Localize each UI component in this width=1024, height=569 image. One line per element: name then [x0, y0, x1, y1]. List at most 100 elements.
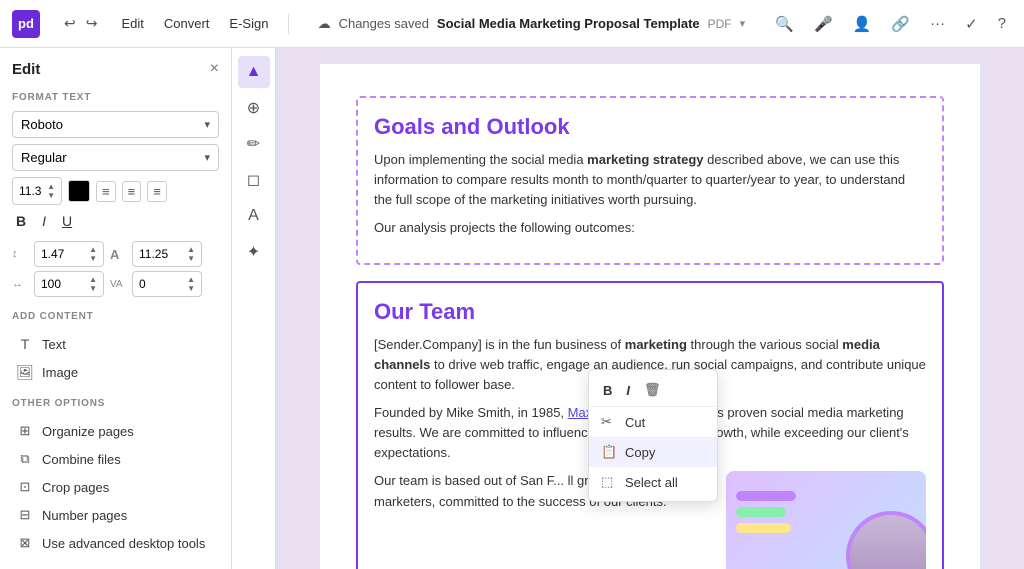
context-cut-item[interactable]: ✂ Cut: [589, 407, 717, 437]
align-left-button[interactable]: ≡: [122, 181, 142, 202]
advanced-tools-item[interactable]: ⊠ Use advanced desktop tools: [12, 529, 219, 557]
cursor-tool-button[interactable]: ▲: [238, 56, 270, 88]
organize-pages-item[interactable]: ⊞ Organize pages: [12, 417, 219, 445]
stamp-tool-button[interactable]: ✦: [238, 236, 270, 268]
team-title: Our Team: [374, 299, 926, 325]
nav-item-esign[interactable]: E-Sign: [221, 12, 276, 35]
italic-button[interactable]: I: [38, 211, 50, 231]
help-button[interactable]: ?: [992, 11, 1012, 36]
context-menu-toolbar: B I 🗑: [589, 374, 717, 407]
font-size-stepper[interactable]: ▲▼: [47, 182, 55, 200]
other-options-section: OTHER OPTIONS ⊞ Organize pages ⧉ Combine…: [12, 398, 219, 557]
voice-button[interactable]: 🎤: [808, 11, 839, 37]
search-button[interactable]: 🔍: [769, 11, 800, 37]
pencil-tool-button[interactable]: ✏: [238, 128, 270, 160]
font-size-input2[interactable]: 11.25 ▲▼: [132, 241, 202, 267]
undo-button[interactable]: ↩: [60, 11, 80, 36]
font-size-input[interactable]: 11.3 ▲▼: [12, 177, 62, 205]
document-page: Goals and Outlook Upon implementing the …: [320, 64, 980, 569]
scale-tracking-row: ↔ 100 ▲▼ VA 0 ▲▼: [12, 271, 219, 297]
link-button[interactable]: 🔗: [885, 11, 916, 37]
cut-label: Cut: [625, 415, 645, 430]
panel-header: Edit ×: [12, 60, 219, 78]
font-size-value2: 11.25: [139, 247, 168, 261]
check-button[interactable]: ✓: [959, 11, 984, 37]
topbar-nav: Edit Convert E-Sign: [113, 12, 276, 35]
text-tool-button[interactable]: A: [238, 200, 270, 232]
font-family-value: Roboto: [21, 117, 63, 132]
advanced-tools-icon: ⊠: [16, 534, 34, 552]
organize-pages-icon: ⊞: [16, 422, 34, 440]
team-image: [726, 471, 926, 569]
doc-type-chevron-icon[interactable]: ▾: [740, 17, 746, 30]
line-height-label: ↕: [12, 248, 28, 260]
text-color-picker[interactable]: [68, 180, 90, 202]
left-panel: Edit × FORMAT TEXT Roboto ▾ Regular ▾ 1: [0, 48, 232, 569]
scale-label: ↔: [12, 278, 28, 290]
font-style-value: Regular: [21, 150, 67, 165]
text-format-group: B I U: [12, 211, 219, 231]
scale-stepper[interactable]: ▲▼: [89, 275, 97, 293]
nav-item-edit[interactable]: Edit: [113, 12, 151, 35]
text-icon: T: [16, 335, 34, 353]
add-text-item[interactable]: T Text: [12, 330, 219, 358]
context-italic-button[interactable]: I: [622, 381, 634, 400]
add-content-section: ADD CONTENT T Text 🖼 Image: [12, 311, 219, 386]
crop-pages-item[interactable]: ⊡ Crop pages: [12, 473, 219, 501]
zoom-tool-button[interactable]: ⊕: [238, 92, 270, 124]
combine-files-icon: ⧉: [16, 450, 34, 468]
topbar-right-actions: 🔍 🎤 👤 🔗 ··· ✓ ?: [769, 11, 1012, 37]
line-height-row: ↕ 1.47 ▲▼ A 11.25 ▲▼: [12, 241, 219, 267]
combine-files-item[interactable]: ⧉ Combine files: [12, 445, 219, 473]
list-bullet-button[interactable]: ≡: [96, 181, 116, 202]
cloud-save-icon: ☁: [318, 16, 331, 32]
line-height-stepper[interactable]: ▲▼: [89, 245, 97, 263]
font-family-select[interactable]: Roboto ▾: [12, 111, 219, 138]
tracking-stepper[interactable]: ▲▼: [187, 275, 195, 293]
bold-button[interactable]: B: [12, 211, 30, 231]
person-avatar: [846, 511, 926, 569]
font-size-stepper2[interactable]: ▲▼: [187, 245, 195, 263]
tracking-input[interactable]: 0 ▲▼: [132, 271, 202, 297]
goals-section: Goals and Outlook Upon implementing the …: [356, 96, 944, 265]
advanced-tools-label: Use advanced desktop tools: [42, 536, 205, 551]
eraser-tool-button[interactable]: ◻: [238, 164, 270, 196]
line-height-value: 1.47: [41, 247, 64, 261]
context-select-all-item[interactable]: ⬚ Select all: [589, 467, 717, 497]
context-bold-button[interactable]: B: [599, 381, 616, 400]
align-right-button[interactable]: ≡: [147, 181, 167, 202]
nav-item-convert[interactable]: Convert: [156, 12, 218, 35]
context-copy-item[interactable]: 📋 Copy: [589, 437, 717, 467]
add-content-label: ADD CONTENT: [12, 311, 219, 322]
font-size-value: 11.3: [19, 184, 41, 198]
image-item-label: Image: [42, 365, 78, 380]
font-style-select[interactable]: Regular ▾: [12, 144, 219, 171]
panel-close-button[interactable]: ×: [210, 60, 219, 78]
context-delete-button[interactable]: 🗑: [640, 380, 665, 400]
font-family-arrow-icon: ▾: [204, 118, 210, 131]
underline-button[interactable]: U: [58, 211, 76, 231]
text-item-label: Text: [42, 337, 66, 352]
undo-redo-group: ↩ ↪: [60, 11, 101, 36]
user-button[interactable]: 👤: [847, 11, 878, 37]
more-button[interactable]: ···: [924, 11, 951, 36]
redo-button[interactable]: ↪: [82, 11, 102, 36]
tracking-value: 0: [139, 277, 146, 291]
tracking-label: VA: [110, 279, 126, 290]
number-pages-item[interactable]: ⊟ Number pages: [12, 501, 219, 529]
goals-text-2: Our analysis projects the following outc…: [374, 218, 926, 238]
format-text-label: FORMAT TEXT: [12, 92, 219, 103]
chat-bubble-1: [736, 491, 796, 501]
font-family-row: Roboto ▾: [12, 111, 219, 138]
app-logo: pd: [12, 10, 40, 38]
crop-pages-icon: ⊡: [16, 478, 34, 496]
number-pages-label: Number pages: [42, 508, 127, 523]
line-height-input[interactable]: 1.47 ▲▼: [34, 241, 104, 267]
number-pages-icon: ⊟: [16, 506, 34, 524]
scale-input[interactable]: 100 ▲▼: [34, 271, 104, 297]
scale-value: 100: [41, 277, 61, 291]
crop-pages-label: Crop pages: [42, 480, 109, 495]
add-image-item[interactable]: 🖼 Image: [12, 358, 219, 386]
combine-files-label: Combine files: [42, 452, 121, 467]
font-style-row: Regular ▾: [12, 144, 219, 171]
